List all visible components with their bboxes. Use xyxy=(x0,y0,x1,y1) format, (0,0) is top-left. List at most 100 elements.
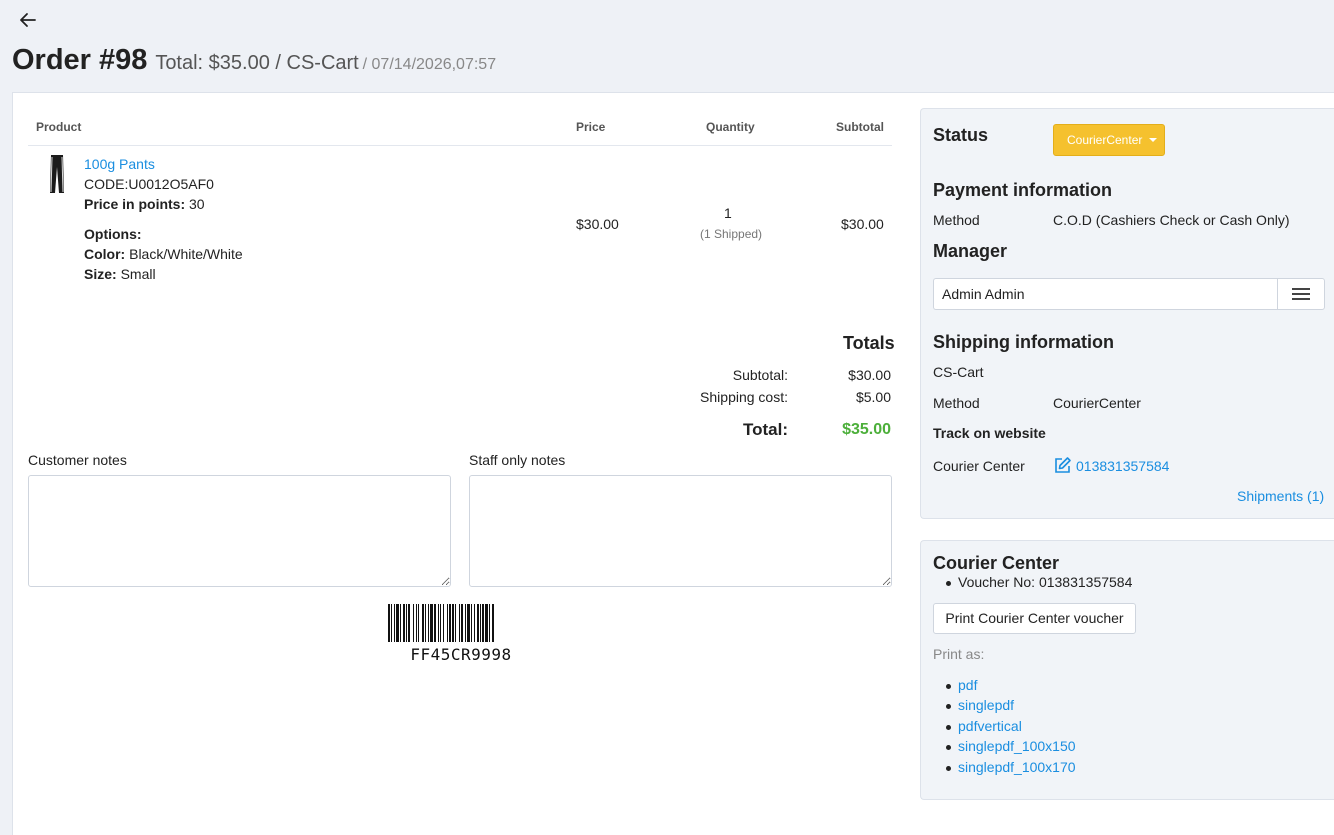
payment-info-title: Payment information xyxy=(933,180,1113,200)
shipping-method-label: Method xyxy=(933,395,980,411)
print-option-pdf[interactable]: pdf xyxy=(945,677,977,693)
subtotal-label: Subtotal: xyxy=(732,367,788,383)
product-name-link[interactable]: 100g Pants xyxy=(84,156,155,172)
option-size: Size: Small xyxy=(84,266,156,282)
product-subtotal: $30.00 xyxy=(841,216,884,232)
courier-center-title: Courier Center xyxy=(933,553,1060,573)
barcode-bar xyxy=(467,604,470,642)
barcode-bar xyxy=(449,604,451,642)
barcode-bar xyxy=(455,604,456,642)
subtotal-value: $30.00 xyxy=(848,367,891,383)
barcode-bar xyxy=(400,604,401,642)
barcode-bar xyxy=(474,604,475,642)
print-option-singlepdf-100x170[interactable]: singlepdf_100x170 xyxy=(946,759,1076,775)
product-points: Price in points: 30 xyxy=(84,196,205,212)
manager-menu-button[interactable] xyxy=(1277,278,1325,310)
barcode-bar xyxy=(459,604,460,642)
print-voucher-button[interactable]: Print Courier Center voucher xyxy=(933,603,1136,634)
table-header-divider xyxy=(28,145,892,146)
barcode-bar xyxy=(406,604,407,642)
shipping-method-value: CourierCenter xyxy=(1053,395,1141,411)
order-date: / 07/14/2026,07:57 xyxy=(362,56,497,73)
barcode-bar xyxy=(465,604,466,642)
barcode-bar xyxy=(391,604,392,642)
back-button[interactable] xyxy=(17,9,39,31)
barcode-bar xyxy=(388,604,390,642)
track-on-website-label: Track on website xyxy=(933,425,1046,441)
size-label: Size: xyxy=(84,266,117,282)
column-header-subtotal: Subtotal xyxy=(836,120,884,134)
barcode-bar xyxy=(434,604,436,642)
product-thumbnail[interactable] xyxy=(46,153,68,195)
barcode-bar xyxy=(396,604,399,642)
option-color: Color: Black/White/White xyxy=(84,246,243,262)
shipping-company: CS-Cart xyxy=(933,364,984,380)
barcode-bar xyxy=(492,604,494,642)
points-label: Price in points: xyxy=(84,196,186,212)
back-arrow-icon xyxy=(20,13,36,27)
barcode-bar xyxy=(403,604,405,642)
column-header-quantity: Quantity xyxy=(706,120,755,134)
print-as-label: Print as: xyxy=(933,646,985,662)
totals-title: Totals xyxy=(843,333,895,353)
barcode-bar xyxy=(438,604,439,642)
status-value: CourierCenter xyxy=(1067,133,1143,147)
barcode-bar xyxy=(418,604,419,642)
barcode-bar xyxy=(471,604,472,642)
chevron-down-icon xyxy=(1149,138,1157,142)
payment-method-value: C.O.D (Cashiers Check or Cash Only) xyxy=(1053,212,1290,228)
barcode-text: FF45CR9998 xyxy=(410,645,512,664)
barcode-bar xyxy=(485,604,488,642)
barcode-bar xyxy=(422,604,424,642)
manager-select-input[interactable]: Admin Admin xyxy=(933,278,1278,310)
manager-title: Manager xyxy=(933,241,1008,261)
barcode-bar xyxy=(416,604,417,642)
payment-method-label: Method xyxy=(933,212,980,228)
barcode-bar xyxy=(489,604,490,642)
print-option-singlepdf-100x150[interactable]: singlepdf_100x150 xyxy=(946,738,1076,754)
voucher-number: Voucher No: 013831357584 xyxy=(945,574,1133,590)
size-value: Small xyxy=(120,266,156,282)
barcode-bar xyxy=(480,604,481,642)
order-title: Order #98 xyxy=(12,44,148,76)
barcode-bar xyxy=(425,604,426,642)
color-label: Color: xyxy=(84,246,126,262)
product-code: CODE:U0012O5AF0 xyxy=(84,176,214,192)
tracking-number-link[interactable]: 013831357584 xyxy=(1076,458,1169,474)
barcode-bar xyxy=(428,604,429,642)
order-total: Total: $35.00 / CS-Cart xyxy=(155,52,359,74)
edit-icon[interactable] xyxy=(1053,456,1072,475)
customer-notes-textarea[interactable] xyxy=(28,475,451,587)
customer-notes-label: Customer notes xyxy=(28,452,127,468)
barcode-bar xyxy=(482,604,484,642)
grand-total-value: $35.00 xyxy=(842,421,891,438)
grand-total-label: Total: xyxy=(742,420,788,439)
shipments-link[interactable]: Shipments (1) xyxy=(1237,488,1324,504)
order-header: Order #98 Total: $35.00 / CS-Cart / 07/1… xyxy=(12,44,496,77)
barcode-image xyxy=(388,604,494,642)
barcode-bar xyxy=(430,604,433,642)
barcode-bar xyxy=(477,604,479,642)
column-header-price: Price xyxy=(576,120,606,134)
barcode-bar xyxy=(408,604,410,642)
color-value: Black/White/White xyxy=(129,246,243,262)
barcode-bar xyxy=(413,604,414,642)
barcode-bar xyxy=(394,604,395,642)
print-option-pdfvertical[interactable]: pdfvertical xyxy=(946,718,1022,734)
barcode-bar xyxy=(452,604,454,642)
shipping-info-title: Shipping information xyxy=(933,332,1114,352)
carrier-label: Courier Center xyxy=(933,458,1025,474)
staff-notes-textarea[interactable] xyxy=(469,475,892,587)
barcode-bar xyxy=(443,604,444,642)
status-dropdown-button[interactable]: CourierCenter xyxy=(1053,124,1165,156)
column-header-product: Product xyxy=(36,120,82,134)
staff-notes-label: Staff only notes xyxy=(469,452,566,468)
barcode-bar xyxy=(447,604,448,642)
shipping-cost-label: Shipping cost: xyxy=(700,389,788,405)
product-quantity: 1 xyxy=(724,205,732,221)
shipping-cost-value: $5.00 xyxy=(855,389,891,405)
points-value: 30 xyxy=(189,196,205,212)
product-shipped: (1 Shipped) xyxy=(700,227,763,241)
barcode-bar xyxy=(461,604,463,642)
print-option-singlepdf[interactable]: singlepdf xyxy=(945,697,1014,713)
